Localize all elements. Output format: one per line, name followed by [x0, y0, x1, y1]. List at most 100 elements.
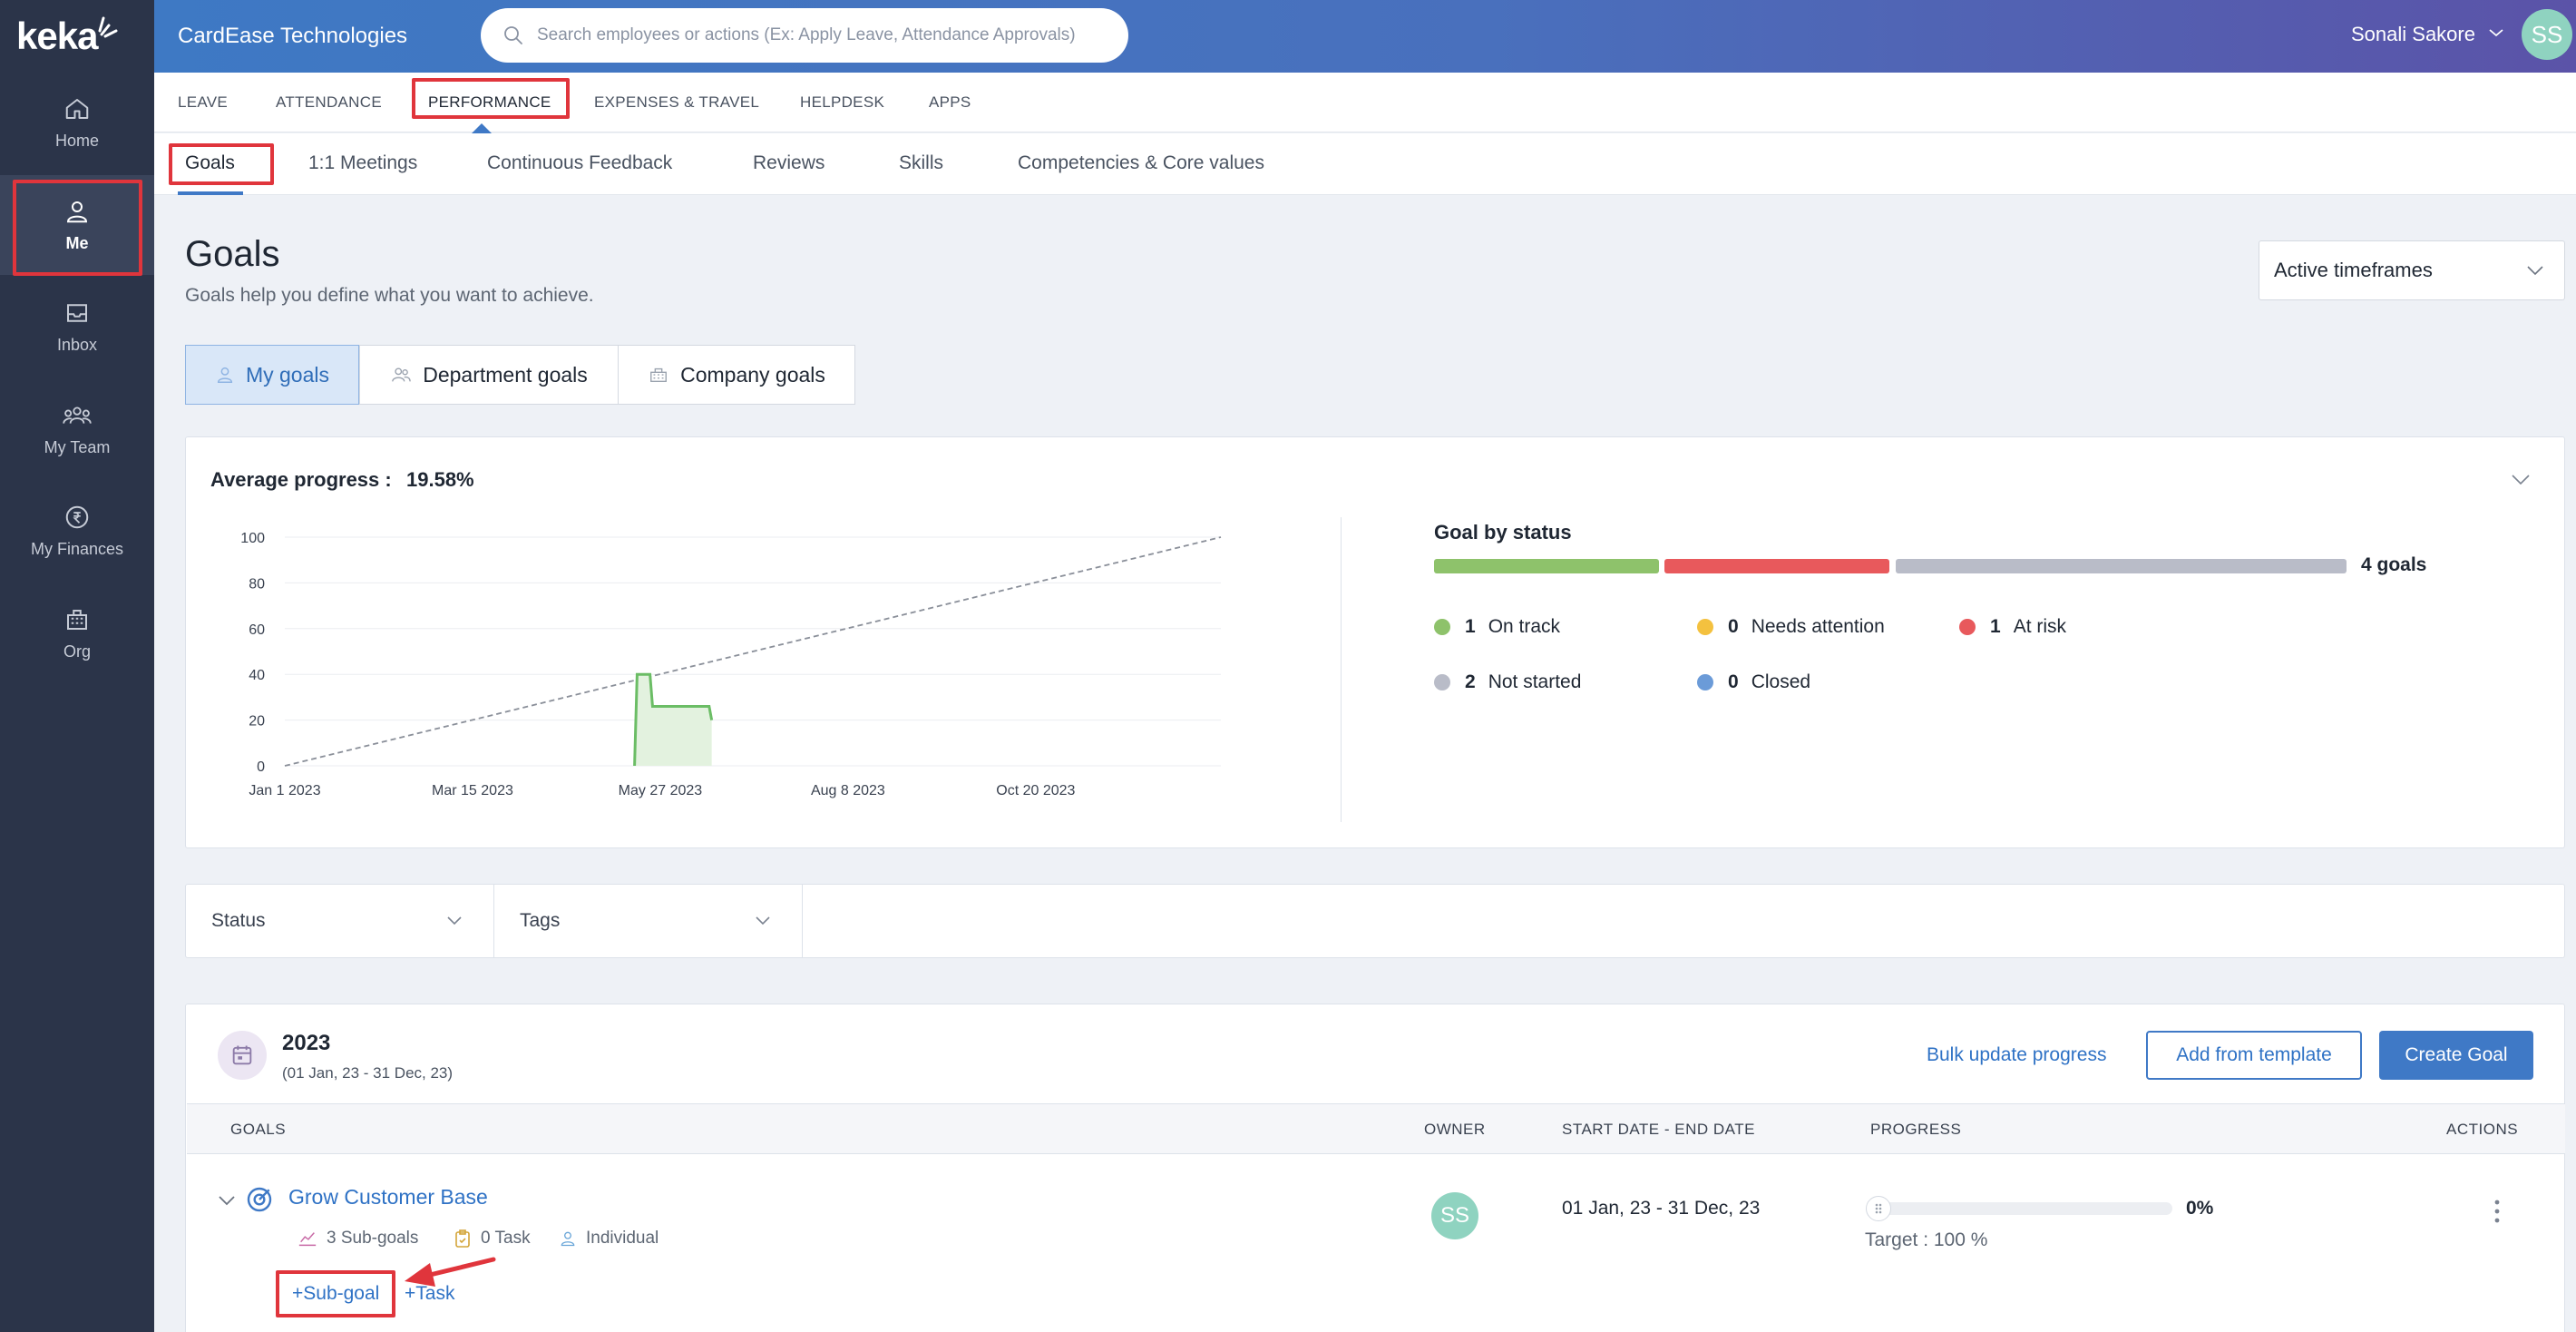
more-options-icon[interactable]	[2492, 1198, 2503, 1225]
timeframe-range: (01 Jan, 23 - 31 Dec, 23)	[282, 1064, 454, 1082]
x-tick-label: Aug 8 2023	[811, 783, 885, 798]
timeframe-value: Active timeframes	[2274, 259, 2433, 281]
sidebar-item-label: Org	[63, 642, 91, 661]
sidebar-item-me[interactable]: Me	[0, 175, 154, 275]
owner-avatar[interactable]: SS	[1431, 1192, 1478, 1239]
group-icon	[392, 367, 411, 382]
legend-label: At risk	[2013, 616, 2067, 637]
y-tick-label: 100	[240, 531, 265, 546]
y-tick-label: 80	[249, 576, 265, 592]
column-header-actions: ACTIONS	[2446, 1121, 2519, 1138]
x-tick-label: Oct 20 2023	[996, 783, 1075, 798]
total-goals: 4 goals	[2361, 554, 2427, 575]
sidebar-item-home[interactable]: Home	[0, 73, 154, 172]
collapse-chevron-icon[interactable]	[2511, 474, 2531, 486]
expand-chevron-icon[interactable]	[218, 1194, 236, 1207]
bulk-update-progress-link[interactable]: Bulk update progress	[1927, 1031, 2106, 1080]
active-tab-caret	[472, 123, 492, 133]
timeframe-select[interactable]: Active timeframes	[2259, 240, 2565, 300]
tab-attendance[interactable]: ATTENDANCE	[276, 73, 382, 132]
legend-label: On track	[1488, 616, 1561, 637]
legend-on-track: 1 On track	[1434, 616, 1560, 638]
goal-title-link[interactable]: Grow Customer Base	[288, 1185, 488, 1210]
status-filter[interactable]: Status	[186, 885, 494, 957]
legend-count: 1	[1465, 616, 1476, 637]
team-icon	[63, 406, 92, 424]
progress-percent: 0%	[2186, 1198, 2214, 1219]
legend-count: 1	[1990, 616, 2001, 637]
sidebar-item-label: Inbox	[56, 335, 98, 354]
create-goal-button[interactable]: Create Goal	[2379, 1031, 2533, 1080]
status-bar-not-started	[1896, 559, 2347, 573]
legend-label: Needs attention	[1751, 616, 1885, 637]
tab-competencies[interactable]: Competencies & Core values	[1018, 133, 1264, 195]
search-box[interactable]	[481, 8, 1128, 63]
avatar[interactable]: SS	[2522, 9, 2572, 60]
timeframe-year: 2023	[282, 1031, 331, 1055]
add-from-template-button[interactable]: Add from template	[2146, 1031, 2362, 1080]
legend-closed: 0 Closed	[1697, 671, 1810, 693]
legend-dot	[1959, 619, 1976, 635]
tab-goals[interactable]: Goals	[185, 133, 235, 195]
page-title: Goals	[185, 234, 280, 274]
progress-drag-handle[interactable]	[1866, 1196, 1891, 1221]
sidebar-item-my-finances[interactable]: My Finances	[0, 481, 154, 581]
user-name[interactable]: Sonali Sakore	[2351, 0, 2475, 73]
tab-one-on-one-meetings[interactable]: 1:1 Meetings	[308, 133, 417, 195]
legend-count: 2	[1465, 671, 1476, 692]
tab-apps[interactable]: APPS	[929, 73, 971, 132]
goal-dates: 01 Jan, 23 - 31 Dec, 23	[1562, 1198, 1761, 1219]
tab-helpdesk[interactable]: HELPDESK	[800, 73, 884, 132]
company-goals-label: Company goals	[680, 362, 825, 387]
chevron-down-icon	[447, 916, 462, 926]
status-bar-at-risk	[1664, 559, 1889, 573]
search-input[interactable]	[537, 25, 1099, 45]
sidebar-item-my-team[interactable]: My Team	[0, 379, 154, 479]
sidebar-item-label: Home	[54, 131, 99, 150]
y-tick-label: 0	[257, 759, 265, 775]
legend-label: Closed	[1751, 671, 1811, 692]
tags-filter-label: Tags	[520, 910, 561, 931]
my-goals-tab[interactable]: My goals	[185, 345, 359, 405]
y-tick-label: 20	[249, 714, 265, 730]
tab-expenses-travel[interactable]: EXPENSES & TRAVEL	[594, 73, 759, 132]
tab-reviews[interactable]: Reviews	[753, 133, 825, 195]
column-header-owner: OWNER	[1424, 1121, 1486, 1138]
drag-dots-icon	[1875, 1203, 1882, 1214]
sidebar-item-org[interactable]: Org	[0, 583, 154, 683]
target-icon	[247, 1187, 272, 1212]
department-goals-tab[interactable]: Department goals	[359, 345, 619, 405]
user-icon	[66, 201, 88, 222]
keka-logo[interactable]: keka	[0, 0, 154, 73]
legend-count: 0	[1728, 616, 1739, 637]
tags-filter[interactable]: Tags	[494, 885, 803, 957]
tab-continuous-feedback[interactable]: Continuous Feedback	[487, 133, 672, 195]
chevron-down-icon[interactable]	[2488, 27, 2504, 38]
progress-chart: 100 80 60 40 20 0 Jan 1 2023 Mar 15 2023 May 27 …	[240, 531, 1222, 798]
building-icon	[650, 367, 668, 383]
subgoals-count: 3 Sub-goals	[298, 1229, 418, 1249]
inbox-icon	[67, 303, 87, 322]
sidebar-item-inbox[interactable]: Inbox	[0, 277, 154, 377]
chevron-down-icon	[2527, 266, 2543, 276]
legend-not-started: 2 Not started	[1434, 671, 1581, 693]
goal-type-text: Individual	[586, 1229, 659, 1248]
company-goals-tab[interactable]: Company goals	[618, 345, 855, 405]
subgoals-text: 3 Sub-goals	[327, 1229, 419, 1248]
sidebar-item-label: My Team	[44, 437, 111, 456]
tab-leave[interactable]: LEAVE	[178, 73, 228, 132]
legend-label: Not started	[1488, 671, 1582, 692]
rupee-icon	[65, 505, 89, 528]
x-tick-label: May 27 2023	[619, 783, 703, 798]
progress-bar[interactable]	[1866, 1202, 2172, 1215]
department-goals-label: Department goals	[423, 362, 588, 387]
tab-skills[interactable]: Skills	[899, 133, 943, 195]
card-divider	[1341, 517, 1342, 822]
page-subtitle: Goals help you define what you want to a…	[185, 285, 594, 306]
status-filter-label: Status	[211, 910, 266, 931]
search-icon	[504, 26, 522, 44]
column-header-goals: GOALS	[230, 1121, 287, 1138]
add-subgoal-link[interactable]: +Sub-goal	[292, 1283, 379, 1305]
y-tick-label: 60	[249, 622, 265, 638]
sidebar: keka Home Me Inbox My Team My Finances O…	[0, 0, 154, 1332]
